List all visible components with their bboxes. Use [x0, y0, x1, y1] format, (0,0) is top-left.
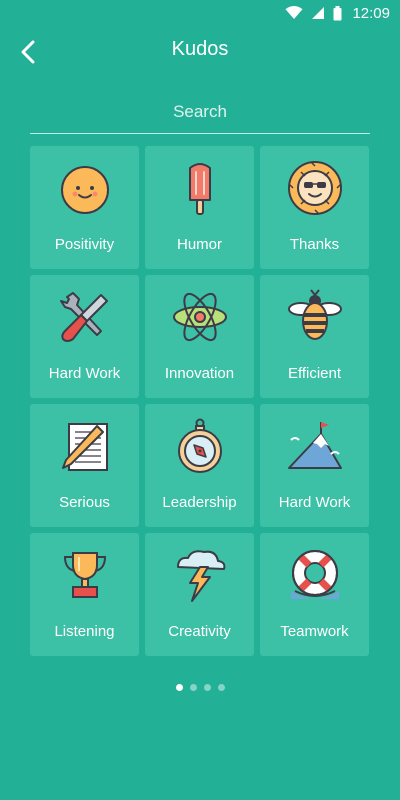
kudos-label: Efficient: [287, 365, 342, 382]
kudos-tile-innovation[interactable]: Innovation: [145, 275, 254, 398]
kudos-label: Innovation: [164, 365, 235, 382]
page-dot-1[interactable]: [175, 684, 183, 691]
battery-icon: [333, 5, 342, 21]
kudos-label: Listening: [54, 623, 115, 640]
compass-icon: [172, 418, 228, 474]
kudos-tile-teamwork[interactable]: Teamwork: [260, 533, 369, 656]
kudos-tile-hard-work-2[interactable]: Hard Work: [260, 404, 369, 527]
sun-face-icon: [287, 160, 343, 216]
app-bar: Kudos: [0, 26, 400, 80]
kudos-label: Positivity: [54, 236, 115, 253]
search-input[interactable]: [30, 92, 370, 132]
kudos-tile-thanks[interactable]: Thanks: [260, 146, 369, 269]
kudos-label: Teamwork: [280, 623, 349, 640]
mountain-flag-icon: [287, 418, 343, 474]
kudos-grid: Positivity Humor Thanks Hard Work Innova…: [30, 146, 370, 656]
kudos-label: Thanks: [289, 236, 340, 253]
kudos-label: Hard Work: [278, 494, 351, 511]
atom-icon: [172, 289, 228, 345]
kudos-label: Creativity: [168, 623, 231, 640]
page-indicator: [0, 684, 400, 691]
kudos-tile-leadership[interactable]: Leadership: [145, 404, 254, 527]
cell-signal-icon: [311, 6, 325, 20]
life-buoy-icon: [287, 547, 343, 603]
smiley-face-icon: [57, 160, 113, 216]
wifi-icon: [285, 6, 303, 20]
kudos-label: Humor: [176, 236, 222, 253]
kudos-tile-listening[interactable]: Listening: [30, 533, 139, 656]
trophy-icon: [57, 547, 113, 603]
lightning-cloud-icon: [172, 547, 228, 603]
page-dot-2[interactable]: [189, 684, 197, 691]
kudos-tile-humor[interactable]: Humor: [145, 146, 254, 269]
kudos-tile-serious[interactable]: Serious: [30, 404, 139, 527]
bee-icon: [287, 289, 343, 345]
status-time: 12:09: [352, 4, 390, 22]
popsicle-icon: [172, 160, 228, 216]
kudos-label: Leadership: [162, 494, 237, 511]
status-bar: 12:09: [0, 0, 400, 26]
tools-icon: [57, 289, 113, 345]
kudos-tile-hard-work[interactable]: Hard Work: [30, 275, 139, 398]
kudos-label: Serious: [59, 494, 110, 511]
kudos-tile-positivity[interactable]: Positivity: [30, 146, 139, 269]
search-field[interactable]: [30, 92, 370, 134]
kudos-label: Hard Work: [48, 365, 121, 382]
page-dot-3[interactable]: [203, 684, 211, 691]
page-title: Kudos: [171, 38, 229, 60]
kudos-tile-creativity[interactable]: Creativity: [145, 533, 254, 656]
notepad-pencil-icon: [57, 418, 113, 474]
kudos-tile-efficient[interactable]: Efficient: [260, 275, 369, 398]
page-dot-4[interactable]: [217, 684, 225, 691]
